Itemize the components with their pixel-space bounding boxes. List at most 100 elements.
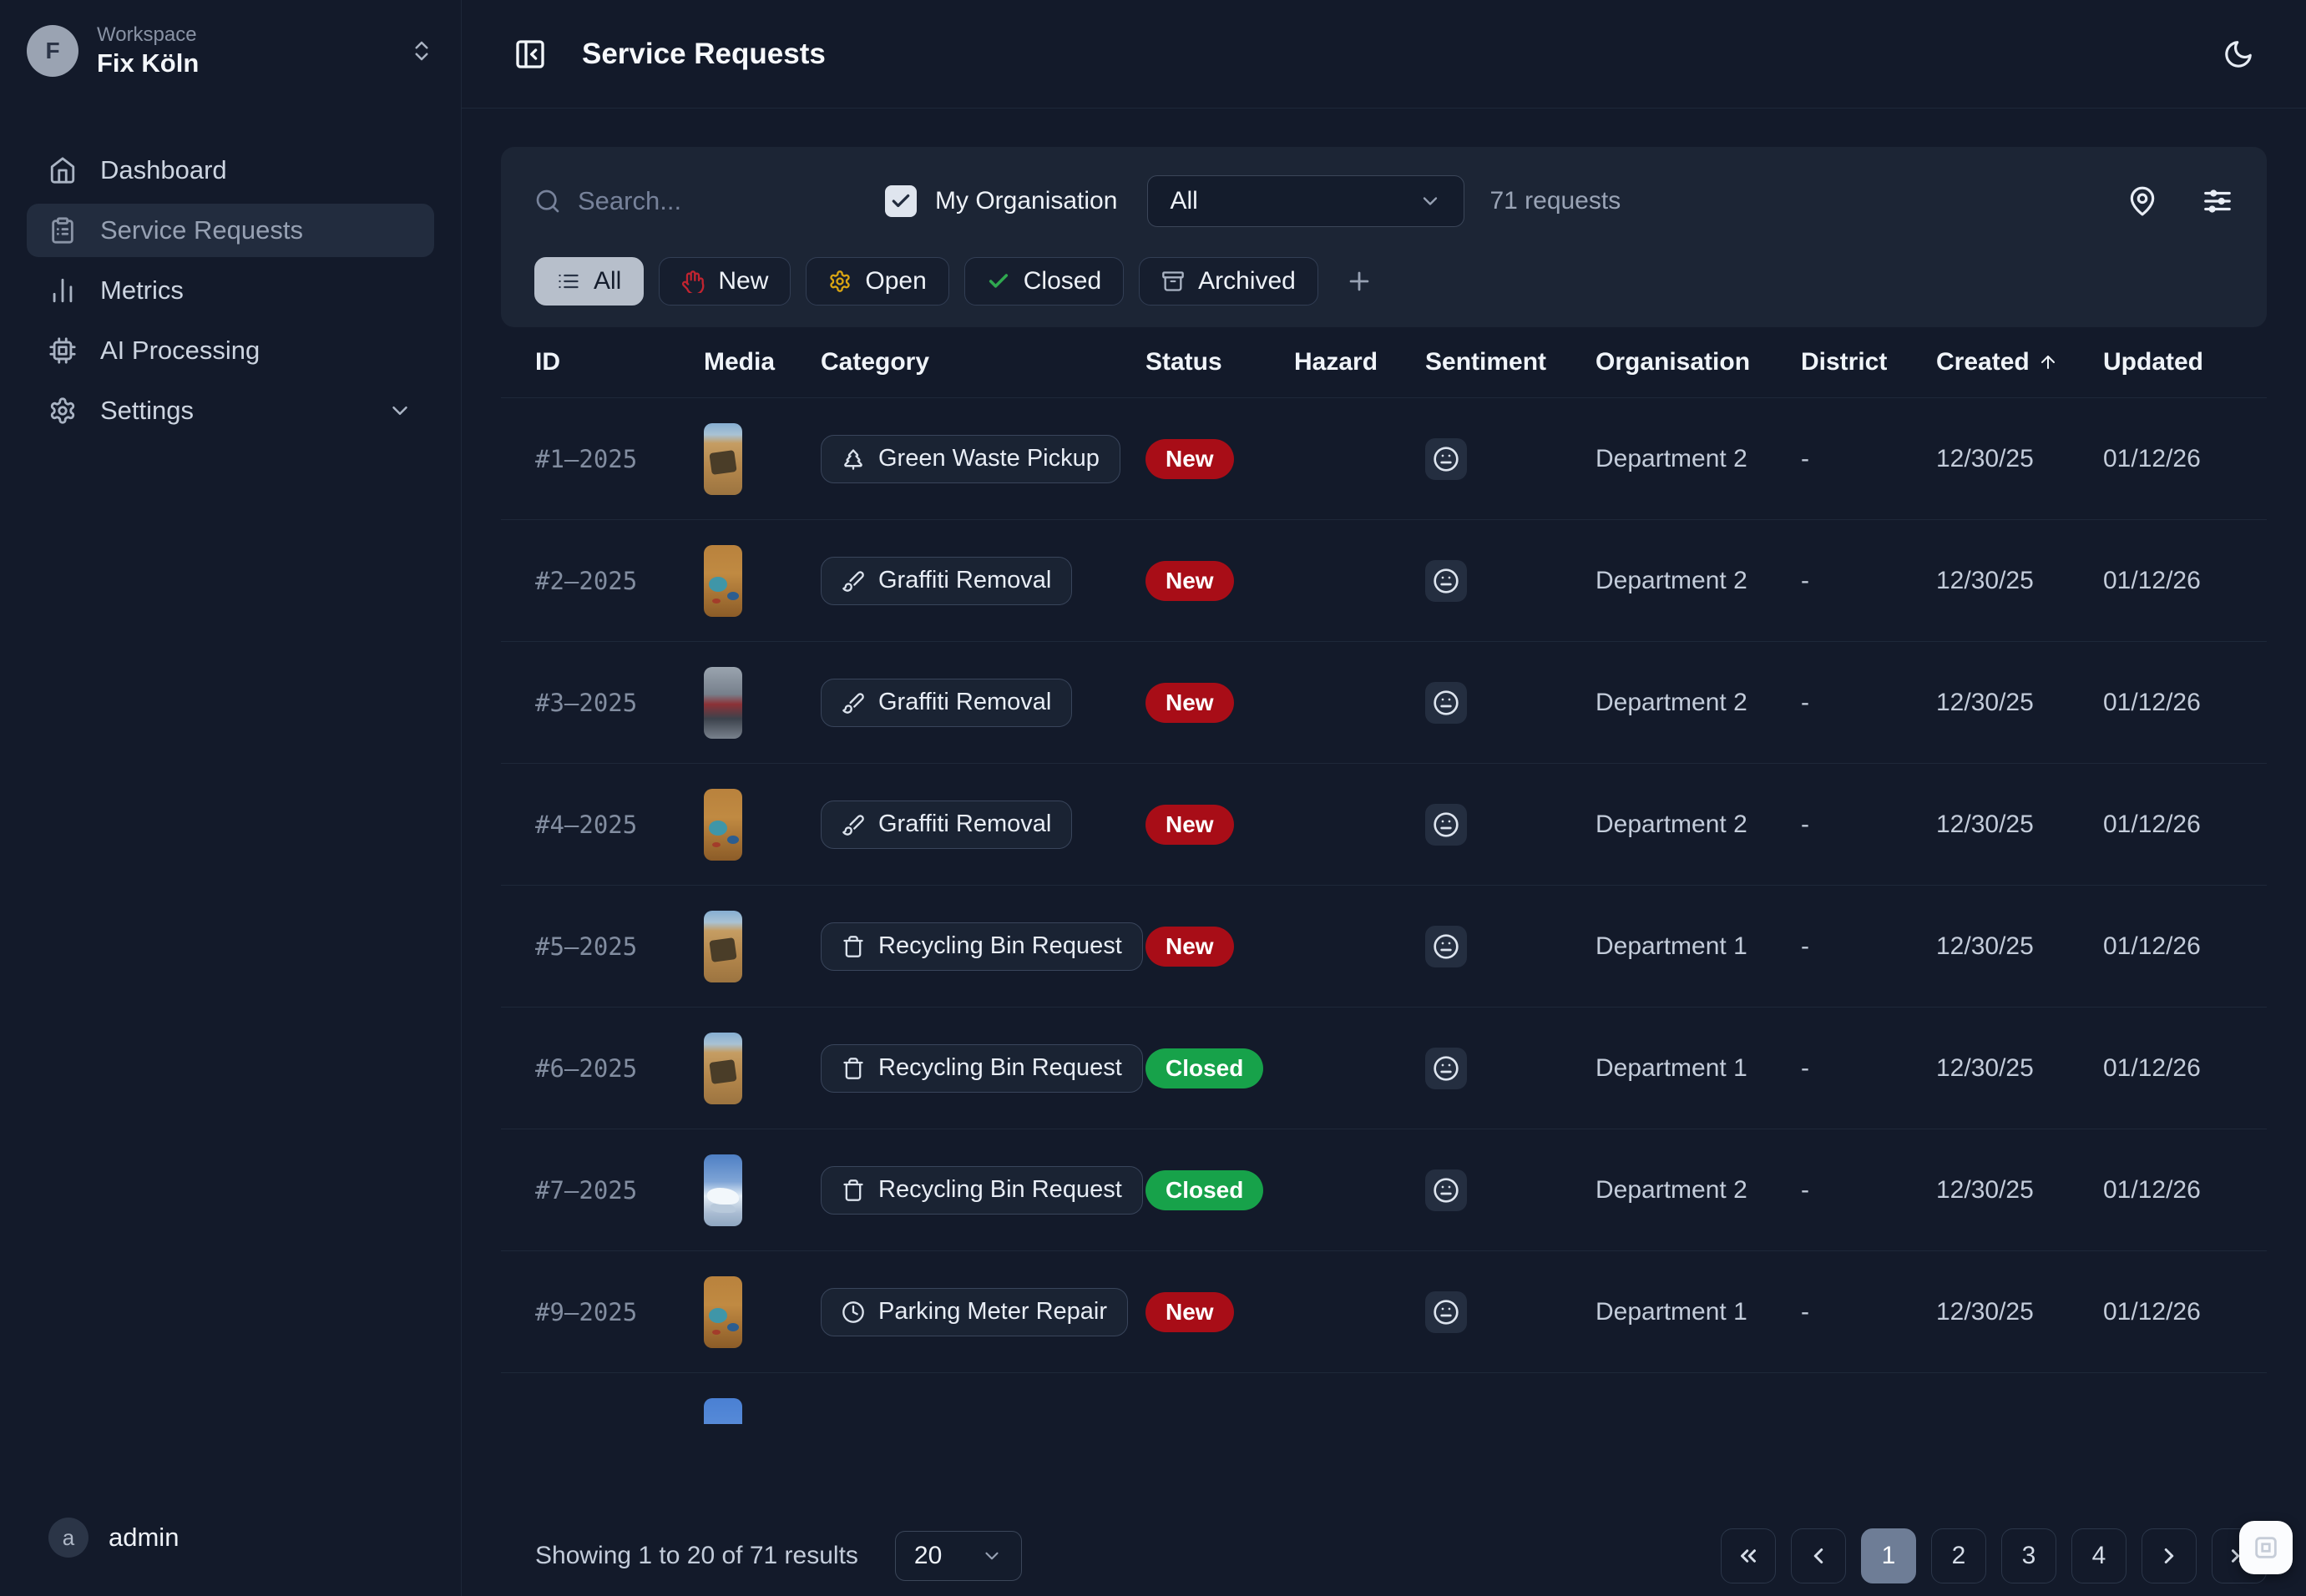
media-thumbnail[interactable]	[704, 1276, 742, 1348]
meh-face-icon	[1433, 689, 1459, 716]
sentiment-button[interactable]	[1425, 438, 1467, 480]
status-badge: New	[1145, 1292, 1234, 1332]
media-thumbnail[interactable]	[704, 1033, 742, 1104]
created-cell: 12/30/25	[1936, 1054, 2103, 1083]
media-thumbnail[interactable]	[704, 1398, 742, 1424]
first-page-button[interactable]	[1721, 1528, 1776, 1583]
tab-open[interactable]: Open	[806, 257, 948, 306]
table-row[interactable]: #4–2025 Graffiti Removal New Department …	[501, 763, 2267, 885]
sidebar-item-settings[interactable]: Settings	[27, 384, 434, 437]
sentiment-button[interactable]	[1425, 1169, 1467, 1211]
created-cell: 12/30/25	[1936, 1176, 2103, 1205]
sentiment-button[interactable]	[1425, 926, 1467, 967]
checkbox-checked-icon	[885, 185, 917, 217]
sidebar-item-label: Dashboard	[100, 155, 227, 185]
table-row[interactable]: #2–2025 Graffiti Removal New Department …	[501, 519, 2267, 641]
organisation-filter-select[interactable]: All	[1147, 175, 1464, 227]
sentiment-button[interactable]	[1425, 682, 1467, 724]
column-header-id[interactable]: ID	[535, 348, 704, 376]
updated-cell: 01/12/26	[2103, 1298, 2267, 1326]
search-input[interactable]	[578, 186, 778, 216]
media-thumbnail[interactable]	[704, 545, 742, 617]
page-button-2[interactable]: 2	[1931, 1528, 1986, 1583]
map-pin-icon[interactable]	[2126, 185, 2158, 217]
table-row[interactable]: #3–2025 Graffiti Removal New Department …	[501, 641, 2267, 763]
category-badge[interactable]: Graffiti Removal	[821, 679, 1072, 727]
widget-button[interactable]	[2239, 1521, 2293, 1574]
my-organisation-checkbox[interactable]: My Organisation	[885, 185, 1117, 217]
paintbrush-icon	[842, 691, 865, 715]
tab-all[interactable]: All	[534, 257, 644, 306]
bar-chart-icon	[48, 276, 77, 305]
sentiment-button[interactable]	[1425, 804, 1467, 846]
page-button-3[interactable]: 3	[2001, 1528, 2056, 1583]
tab-closed[interactable]: Closed	[964, 257, 1124, 306]
category-badge[interactable]: Recycling Bin Request	[821, 1044, 1143, 1093]
tree-icon	[842, 447, 865, 471]
column-header-media[interactable]: Media	[704, 348, 821, 376]
table-row[interactable]: #5–2025 Recycling Bin Request New Depart…	[501, 885, 2267, 1007]
created-cell: 12/30/25	[1936, 1298, 2103, 1326]
media-thumbnail[interactable]	[704, 423, 742, 495]
column-header-category[interactable]: Category	[821, 348, 1145, 376]
tab-new[interactable]: New	[659, 257, 791, 306]
column-header-sentiment[interactable]: Sentiment	[1425, 348, 1595, 376]
column-header-status[interactable]: Status	[1145, 348, 1294, 376]
sidebar-item-metrics[interactable]: Metrics	[27, 264, 434, 317]
table-row[interactable]: #6–2025 Recycling Bin Request Closed Dep…	[501, 1007, 2267, 1129]
category-badge[interactable]: Recycling Bin Request	[821, 922, 1143, 971]
top-bar: Service Requests	[462, 0, 2306, 109]
sidebar-item-ai-processing[interactable]: AI Processing	[27, 324, 434, 377]
workspace-switcher[interactable]: F Workspace Fix Köln	[27, 23, 434, 78]
sidebar-item-dashboard[interactable]: Dashboard	[27, 144, 434, 197]
chip-icon	[48, 336, 77, 365]
dark-mode-toggle[interactable]	[2223, 38, 2254, 70]
sidebar-collapse-button[interactable]	[513, 38, 547, 71]
previous-page-button[interactable]	[1791, 1528, 1846, 1583]
media-thumbnail[interactable]	[704, 667, 742, 739]
request-id: #3–2025	[535, 689, 704, 717]
page-size-select[interactable]: 20	[895, 1531, 1022, 1581]
column-header-hazard[interactable]: Hazard	[1294, 348, 1425, 376]
add-tab-button[interactable]	[1333, 257, 1385, 306]
user-menu[interactable]: a admin	[27, 1518, 434, 1573]
requests-count: 71 requests	[1489, 187, 1621, 215]
column-header-created[interactable]: Created	[1936, 348, 2103, 376]
trash-icon	[842, 1057, 865, 1080]
page-size-value: 20	[914, 1542, 942, 1570]
category-badge[interactable]: Graffiti Removal	[821, 557, 1072, 605]
meh-face-icon	[1433, 811, 1459, 838]
created-cell: 12/30/25	[1936, 811, 2103, 839]
column-header-district[interactable]: District	[1801, 348, 1936, 376]
district-cell: -	[1801, 445, 1936, 473]
sentiment-button[interactable]	[1425, 1291, 1467, 1333]
sentiment-button[interactable]	[1425, 560, 1467, 602]
table-row-partial[interactable]	[501, 1372, 2267, 1424]
trash-icon	[842, 1179, 865, 1202]
district-cell: -	[1801, 811, 1936, 839]
column-header-organisation[interactable]: Organisation	[1595, 348, 1801, 376]
tab-archived[interactable]: Archived	[1139, 257, 1318, 306]
page-button-4[interactable]: 4	[2071, 1528, 2126, 1583]
table-row[interactable]: #9–2025 Parking Meter Repair New Departm…	[501, 1250, 2267, 1372]
page-button-1[interactable]: 1	[1861, 1528, 1916, 1583]
table-row[interactable]: #1–2025 Green Waste Pickup New Departmen…	[501, 397, 2267, 519]
gear-icon	[828, 270, 852, 293]
category-badge[interactable]: Recycling Bin Request	[821, 1166, 1143, 1215]
sliders-icon[interactable]	[2202, 185, 2233, 217]
media-thumbnail[interactable]	[704, 789, 742, 861]
sidebar-item-service-requests[interactable]: Service Requests	[27, 204, 434, 257]
category-badge[interactable]: Graffiti Removal	[821, 801, 1072, 849]
sentiment-button[interactable]	[1425, 1048, 1467, 1089]
sidebar-item-label: Metrics	[100, 275, 184, 306]
sidebar: F Workspace Fix Köln Dashboard Service R…	[0, 0, 462, 1596]
media-thumbnail[interactable]	[704, 911, 742, 982]
meh-face-icon	[1433, 1055, 1459, 1082]
clock-icon	[842, 1301, 865, 1324]
column-header-updated[interactable]: Updated	[2103, 348, 2267, 376]
next-page-button[interactable]	[2142, 1528, 2197, 1583]
table-row[interactable]: #7–2025 Recycling Bin Request Closed Dep…	[501, 1129, 2267, 1250]
category-badge[interactable]: Green Waste Pickup	[821, 435, 1120, 483]
media-thumbnail[interactable]	[704, 1154, 742, 1226]
category-badge[interactable]: Parking Meter Repair	[821, 1288, 1128, 1336]
